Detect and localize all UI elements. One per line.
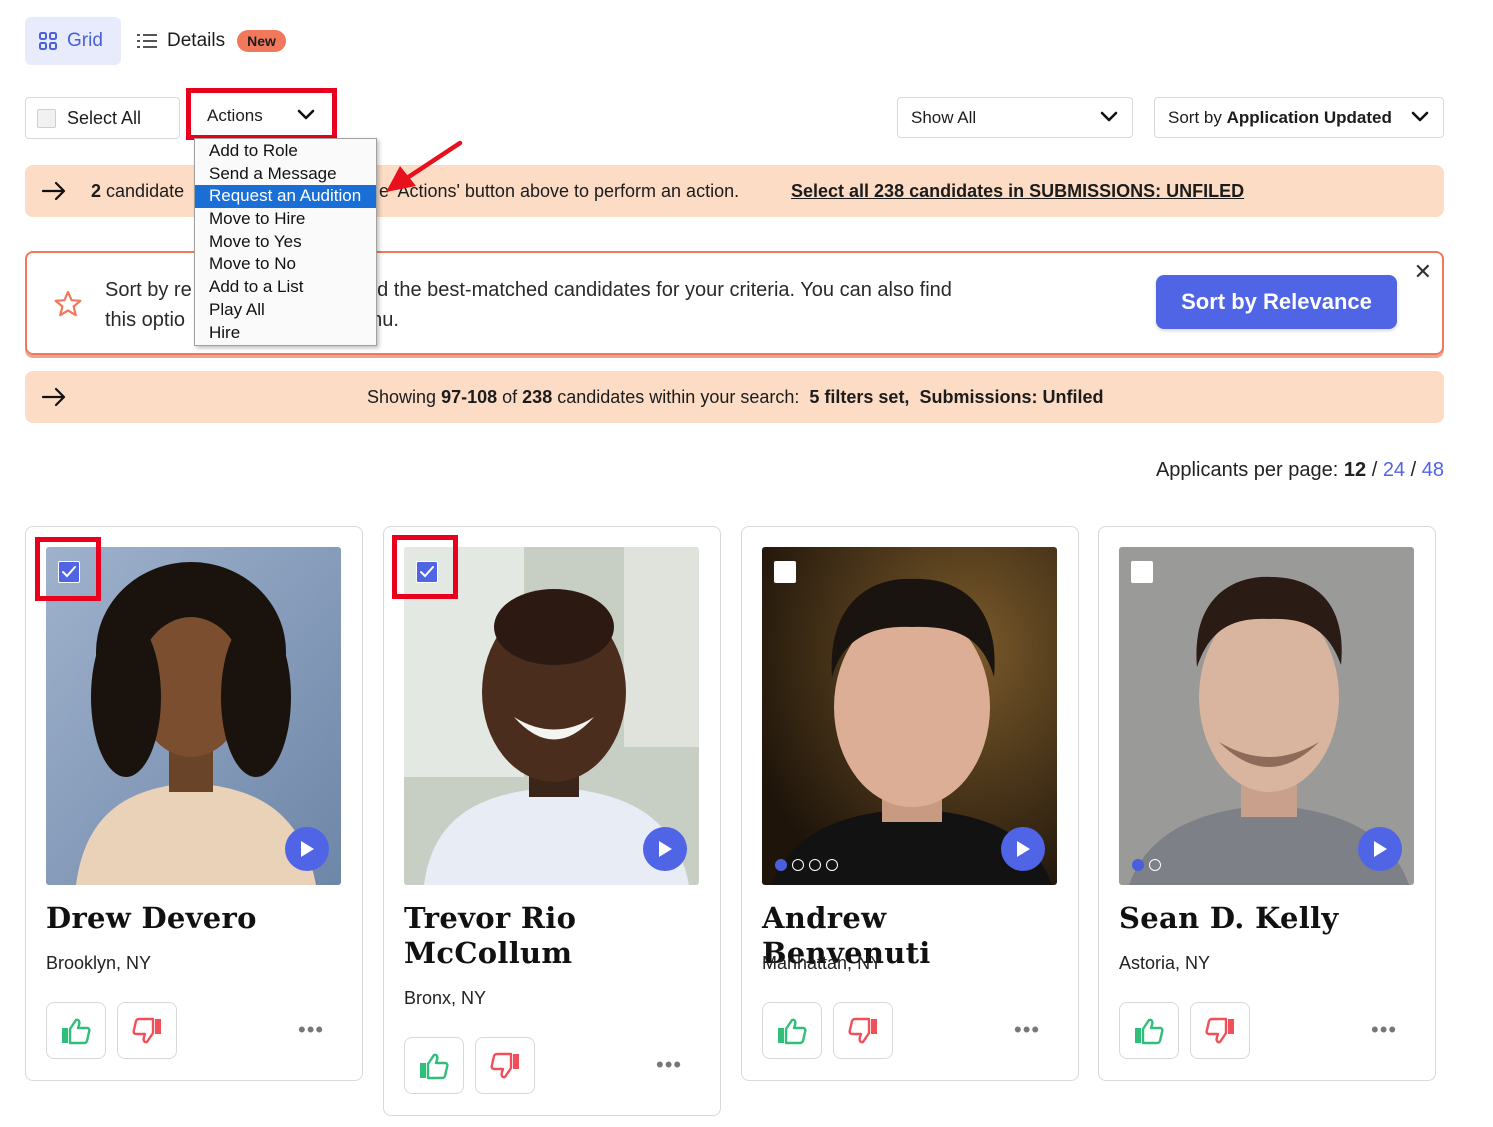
thumbs-down-icon (132, 1017, 161, 1043)
carousel-dot[interactable] (792, 859, 804, 871)
arrow-right-icon (41, 387, 67, 407)
menu-item-move-to-yes[interactable]: Move to Yes (195, 231, 376, 254)
thumbs-down-button[interactable] (1190, 1002, 1250, 1059)
thumbs-up-button[interactable] (762, 1002, 822, 1059)
play-icon[interactable] (285, 827, 329, 871)
arrow-right-icon (41, 181, 67, 201)
per-page-48[interactable]: 48 (1422, 459, 1444, 481)
thumbs-down-button[interactable] (117, 1002, 177, 1059)
menu-item-play-all[interactable]: Play All (195, 299, 376, 322)
view-toggle: Grid Details New (25, 17, 299, 65)
carousel-dot[interactable] (1132, 859, 1144, 871)
candidate-location: Bronx, NY (404, 988, 487, 1008)
more-icon[interactable]: ••• (298, 1017, 324, 1043)
candidate-name[interactable]: Drew Devero (46, 901, 346, 936)
sort-by-label: Sort by Application Updated (1168, 107, 1392, 127)
candidate-name[interactable]: Sean D. Kelly (1119, 901, 1419, 936)
menu-item-add-to-a-list[interactable]: Add to a List (195, 276, 376, 299)
thumbs-up-button[interactable] (1119, 1002, 1179, 1059)
menu-item-send-a-message[interactable]: Send a Message (195, 163, 376, 186)
new-badge: New (237, 30, 286, 52)
details-view-label: Details (167, 30, 226, 51)
candidate-card[interactable]: Andrew Benvenuti Manhattan, NY ••• (741, 526, 1079, 1081)
show-all-label: Show All (911, 107, 977, 127)
actions-highlight-box (186, 88, 337, 140)
sort-by-dropdown[interactable]: Sort by Application Updated (1154, 97, 1444, 138)
select-all-candidates-link[interactable]: Select all 238 candidates in SUBMISSIONS… (791, 181, 1244, 202)
menu-item-request-an-audition[interactable]: Request an Audition (195, 185, 376, 209)
sort-by-relevance-button[interactable]: Sort by Relevance (1156, 275, 1397, 329)
menu-item-add-to-role[interactable]: Add to Role (195, 140, 376, 163)
grid-icon (38, 31, 58, 51)
play-icon[interactable] (1358, 827, 1402, 871)
play-icon[interactable] (1001, 827, 1045, 871)
per-page-12[interactable]: 12 (1344, 459, 1366, 481)
thumbs-up-button[interactable] (46, 1002, 106, 1059)
star-icon (53, 289, 83, 324)
thumbs-down-button[interactable] (833, 1002, 893, 1059)
red-pointer-arrow (386, 140, 463, 192)
candidate-card[interactable]: Trevor Rio McCollum Bronx, NY ••• (383, 526, 721, 1116)
candidate-location: Astoria, NY (1119, 953, 1211, 973)
thumbs-up-icon (1135, 1018, 1164, 1044)
thumbs-down-icon (1205, 1017, 1234, 1043)
more-icon[interactable]: ••• (656, 1052, 682, 1078)
photo-carousel-dots[interactable] (775, 859, 838, 871)
thumbs-up-icon (420, 1053, 449, 1079)
more-icon[interactable]: ••• (1014, 1017, 1040, 1043)
results-summary: Showing 97-108 of 238 candidates within … (367, 386, 1104, 407)
thumbs-up-icon (62, 1018, 91, 1044)
carousel-dot[interactable] (809, 859, 821, 871)
grid-view-label: Grid (67, 30, 103, 51)
chevron-down-icon (1411, 108, 1429, 128)
candidate-location: Brooklyn, NY (46, 953, 152, 973)
more-icon[interactable]: ••• (1371, 1017, 1397, 1043)
menu-item-move-to-hire[interactable]: Move to Hire (195, 208, 376, 231)
thumbs-down-button[interactable] (475, 1037, 535, 1094)
applicants-per-page: Applicants per page: 12 / 24 / 48 (1155, 459, 1444, 481)
thumbs-down-icon (490, 1052, 519, 1078)
play-icon[interactable] (643, 827, 687, 871)
select-all-box[interactable] (37, 108, 56, 128)
candidate-card[interactable]: Drew Devero Brooklyn, NY ••• (25, 526, 363, 1081)
thumbs-up-button[interactable] (404, 1037, 464, 1094)
menu-item-hire[interactable]: Hire (195, 322, 376, 345)
thumbs-up-icon (778, 1018, 807, 1044)
candidate-checkbox[interactable] (774, 561, 796, 583)
candidate-card[interactable]: Sean D. Kelly Astoria, NY ••• (1098, 526, 1436, 1081)
selection-text: 2 candidate (91, 180, 185, 201)
thumbs-down-icon (848, 1017, 877, 1043)
details-view-button[interactable]: Details New (129, 17, 299, 65)
carousel-dot[interactable] (775, 859, 787, 871)
candidate-location: Manhattan, NY (762, 953, 883, 973)
candidate-name[interactable]: Trevor Rio McCollum (404, 901, 704, 971)
carousel-dot[interactable] (1149, 859, 1161, 871)
actions-menu: Add to Role Send a Message Request an Audi… (194, 138, 377, 347)
show-all-dropdown[interactable]: Show All (897, 97, 1133, 138)
candidate-photo[interactable] (762, 547, 1057, 885)
checkbox-highlight-box (392, 535, 458, 599)
select-all-label: Select All (67, 107, 142, 128)
photo-carousel-dots[interactable] (1132, 859, 1161, 871)
menu-item-move-to-no[interactable]: Move to No (195, 253, 376, 276)
candidate-checkbox[interactable] (1131, 561, 1153, 583)
chevron-down-icon (1100, 108, 1118, 128)
candidate-photo[interactable] (1119, 547, 1414, 885)
per-page-24[interactable]: 24 (1383, 459, 1405, 481)
close-icon[interactable]: ✕ (1414, 259, 1432, 285)
grid-view-button[interactable]: Grid (25, 17, 121, 65)
checkbox-highlight-box (35, 537, 101, 601)
carousel-dot[interactable] (826, 859, 838, 871)
select-all-checkbox[interactable]: Select All (25, 97, 180, 139)
results-banner: Showing 97-108 of 238 candidates within … (25, 371, 1444, 423)
list-icon (136, 31, 158, 51)
